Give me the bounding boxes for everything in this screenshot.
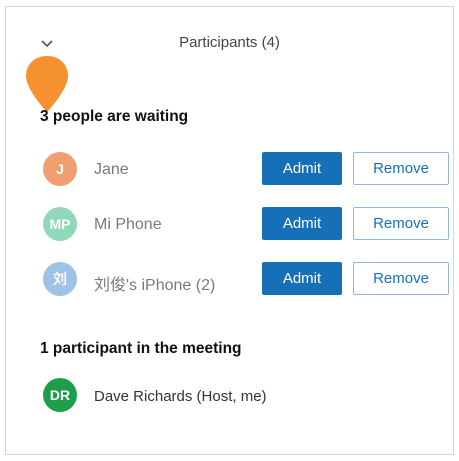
- panel-title: Participants (4): [179, 34, 280, 51]
- avatar: MP: [43, 207, 77, 241]
- admit-button[interactable]: Admit: [262, 152, 342, 185]
- panel-header: Participants (4): [6, 7, 453, 77]
- remove-button[interactable]: Remove: [353, 207, 449, 240]
- avatar: J: [43, 152, 77, 186]
- participants-panel: Participants (4) 3 people are waiting J …: [5, 6, 454, 455]
- map-pin-icon: [26, 56, 68, 112]
- participant-name: Mi Phone: [94, 216, 162, 233]
- participant-list-item[interactable]: DR Dave Richards (Host, me): [40, 375, 452, 415]
- waiting-list-item: 刘 刘俊's iPhone (2) Admit Remove: [40, 259, 452, 299]
- meeting-section-title: 1 participant in the meeting: [40, 340, 242, 357]
- waiting-list-item: MP Mi Phone Admit Remove: [40, 204, 452, 244]
- waiting-list-item: J Jane Admit Remove: [40, 149, 452, 189]
- participant-name: Jane: [94, 161, 129, 178]
- remove-button[interactable]: Remove: [353, 152, 449, 185]
- participant-name: 刘俊's iPhone (2): [94, 277, 216, 294]
- admit-button[interactable]: Admit: [262, 262, 342, 295]
- waiting-section-title: 3 people are waiting: [40, 108, 189, 125]
- avatar: DR: [43, 378, 77, 412]
- remove-button[interactable]: Remove: [353, 262, 449, 295]
- participant-name: Dave Richards (Host, me): [94, 388, 267, 405]
- admit-button[interactable]: Admit: [262, 207, 342, 240]
- avatar: 刘: [43, 262, 77, 296]
